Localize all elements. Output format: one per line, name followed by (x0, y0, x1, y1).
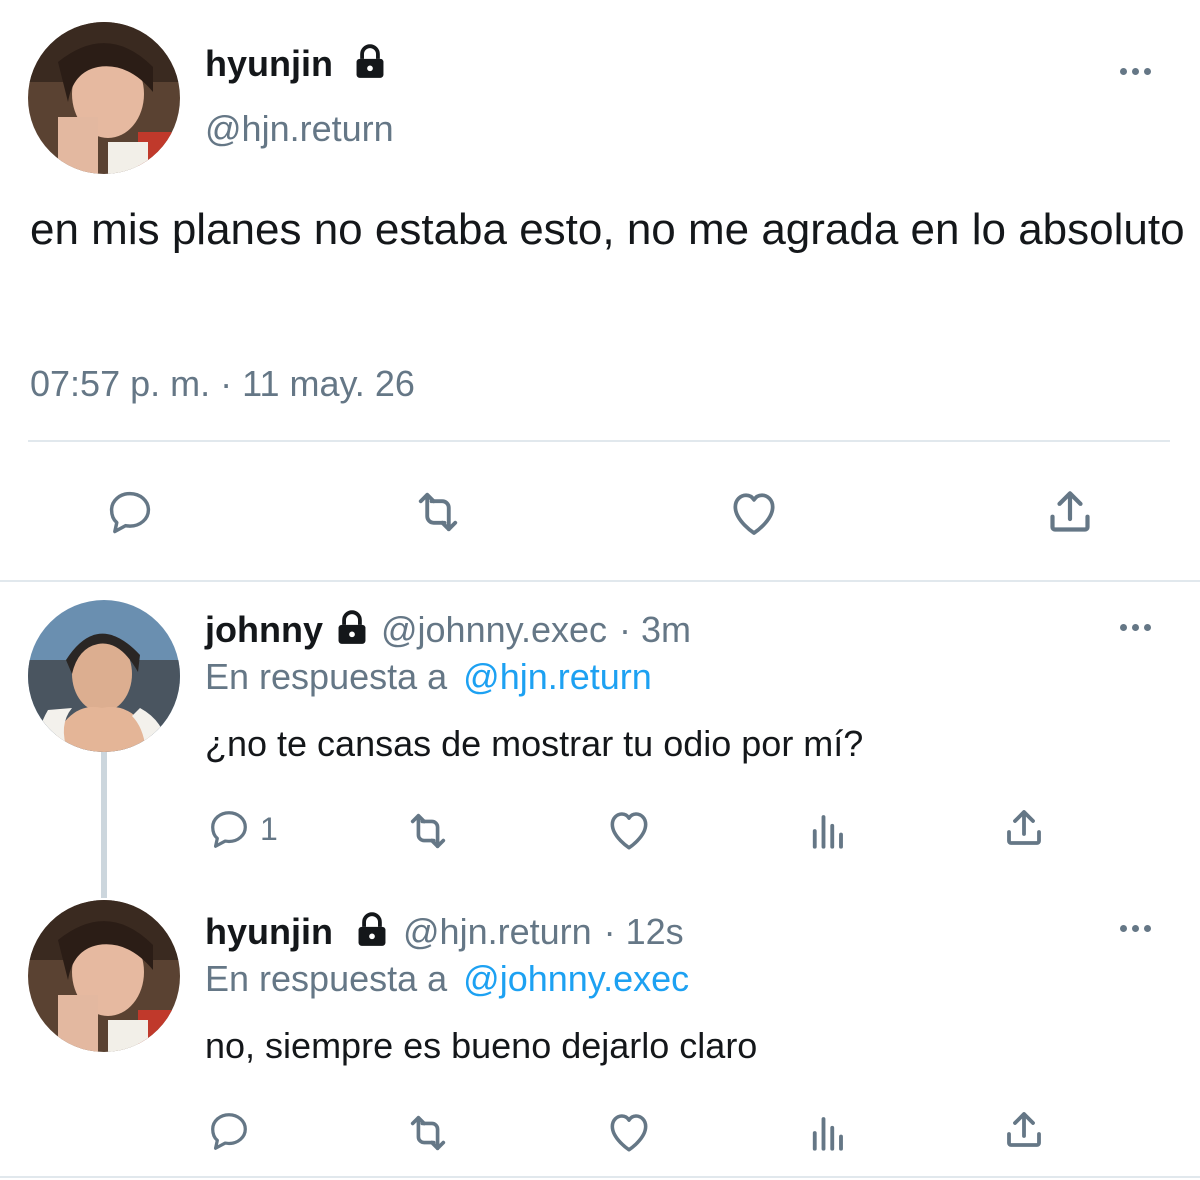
more-options-icon[interactable] (1120, 68, 1151, 75)
retweet-icon (410, 813, 446, 849)
share-icon (1007, 1112, 1041, 1147)
retweet-button[interactable] (402, 1110, 454, 1156)
handle[interactable]: @hjn.return (205, 108, 394, 150)
like-button[interactable] (604, 806, 654, 852)
reply-context-label: En respuesta a (205, 656, 448, 697)
lock-icon (333, 609, 371, 652)
retweet-button[interactable] (402, 808, 454, 854)
avatar-hyunjin[interactable] (28, 22, 180, 174)
reply-text: ¿no te cansas de mostrar tu odio por mí? (205, 723, 864, 764)
avatar-johnny[interactable] (28, 600, 180, 752)
tweet-text: en mis planes no estaba esto, no me agra… (30, 205, 1185, 254)
share-icon (1050, 491, 1090, 532)
reply-to-link[interactable]: @hjn.return (463, 656, 652, 697)
reply-icon (211, 1113, 247, 1150)
retweet-icon (418, 492, 458, 532)
reply-time[interactable]: · 3m (619, 609, 691, 651)
reply-button[interactable] (104, 486, 156, 538)
like-icon (733, 493, 775, 535)
reply-icon (109, 491, 151, 534)
display-name[interactable]: hyunjin (205, 43, 333, 85)
reply-to-link[interactable]: @johnny.exec (463, 958, 689, 999)
like-icon (610, 812, 648, 850)
more-options-icon[interactable] (1120, 925, 1151, 932)
section-divider (0, 1176, 1200, 1178)
reply-icon (211, 811, 247, 848)
reply-handle[interactable]: @hjn.return (403, 911, 592, 953)
reply-display-name[interactable]: johnny (205, 609, 323, 651)
analytics-button[interactable] (806, 1112, 848, 1154)
reply-handle[interactable]: @johnny.exec (381, 609, 607, 651)
reply-count: 1 (260, 810, 278, 847)
reply-text: no, siempre es bueno dejarlo claro (205, 1025, 758, 1066)
like-button[interactable] (604, 1108, 654, 1154)
reply-button[interactable] (206, 1108, 252, 1154)
lock-icon (353, 911, 391, 954)
reply-context-label: En respuesta a (205, 958, 448, 999)
divider (28, 440, 1170, 442)
reply-display-name[interactable]: hyunjin (205, 911, 333, 953)
thread-line (101, 752, 107, 898)
reply-time[interactable]: · 12s (604, 911, 684, 953)
lock-icon (351, 43, 389, 86)
share-button[interactable] (1042, 484, 1098, 540)
section-divider (0, 580, 1200, 582)
share-button[interactable] (1000, 804, 1048, 852)
like-button[interactable] (726, 486, 782, 538)
retweet-icon (410, 1115, 446, 1151)
like-icon (610, 1114, 648, 1152)
tweet-timestamp[interactable]: 07:57 p. m. · 11 may. 26 (30, 363, 415, 405)
reply-button[interactable]: 1 (206, 806, 278, 852)
avatar-hyunjin[interactable] (28, 900, 180, 1052)
analytics-icon (812, 815, 843, 849)
retweet-button[interactable] (410, 486, 466, 538)
analytics-button[interactable] (806, 810, 848, 852)
analytics-icon (812, 1117, 843, 1151)
share-icon (1007, 810, 1041, 845)
share-button[interactable] (1000, 1106, 1048, 1154)
more-options-icon[interactable] (1120, 624, 1151, 631)
